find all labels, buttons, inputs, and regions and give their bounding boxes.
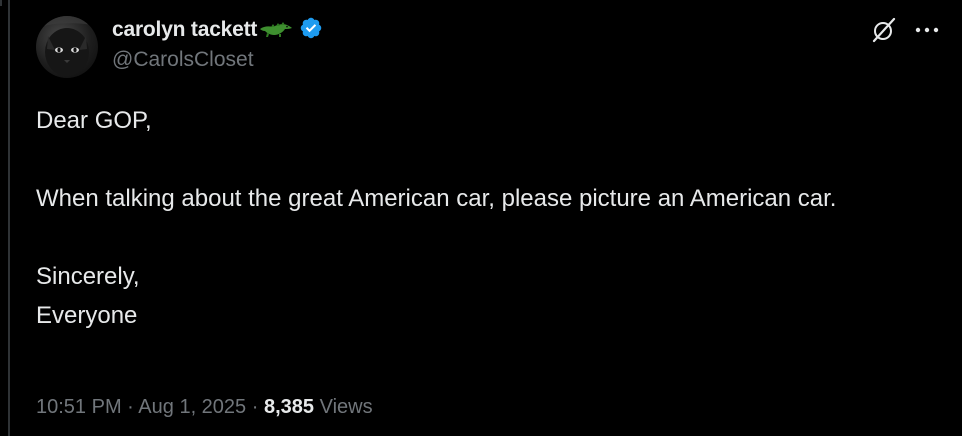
thread-connector-line [8, 0, 10, 436]
post-body: Dear GOP, When talking about the great A… [36, 101, 936, 335]
post-greeting: Dear GOP, [36, 107, 152, 134]
avatar-image [36, 16, 98, 76]
post-signature: Everyone [36, 302, 138, 329]
post-signoff: Sincerely, [36, 263, 140, 290]
author-display-name[interactable]: carolyn tackett [112, 18, 257, 42]
views-count[interactable]: 8,385 [264, 396, 314, 418]
post-time[interactable]: 10:51 PM [36, 396, 122, 418]
views-label[interactable]: Views [320, 396, 373, 418]
post-message: When talking about the great American ca… [36, 185, 837, 212]
thread-connector-tick [0, 0, 2, 6]
post-meta: 10:51 PM · Aug 1, 2025 · 8,385 Views [36, 396, 373, 419]
verified-badge-icon[interactable] [299, 16, 323, 45]
grok-icon[interactable] [871, 17, 897, 43]
crocodile-emoji-icon [259, 18, 293, 43]
more-options-icon[interactable] [914, 22, 940, 38]
meta-separator: · [127, 396, 134, 418]
author-name-row[interactable]: carolyn tackett [112, 15, 323, 45]
author-handle[interactable]: @CarolsCloset [112, 48, 254, 72]
post-date[interactable]: Aug 1, 2025 [138, 396, 246, 418]
avatar[interactable] [36, 16, 98, 78]
meta-separator: · [251, 396, 259, 418]
